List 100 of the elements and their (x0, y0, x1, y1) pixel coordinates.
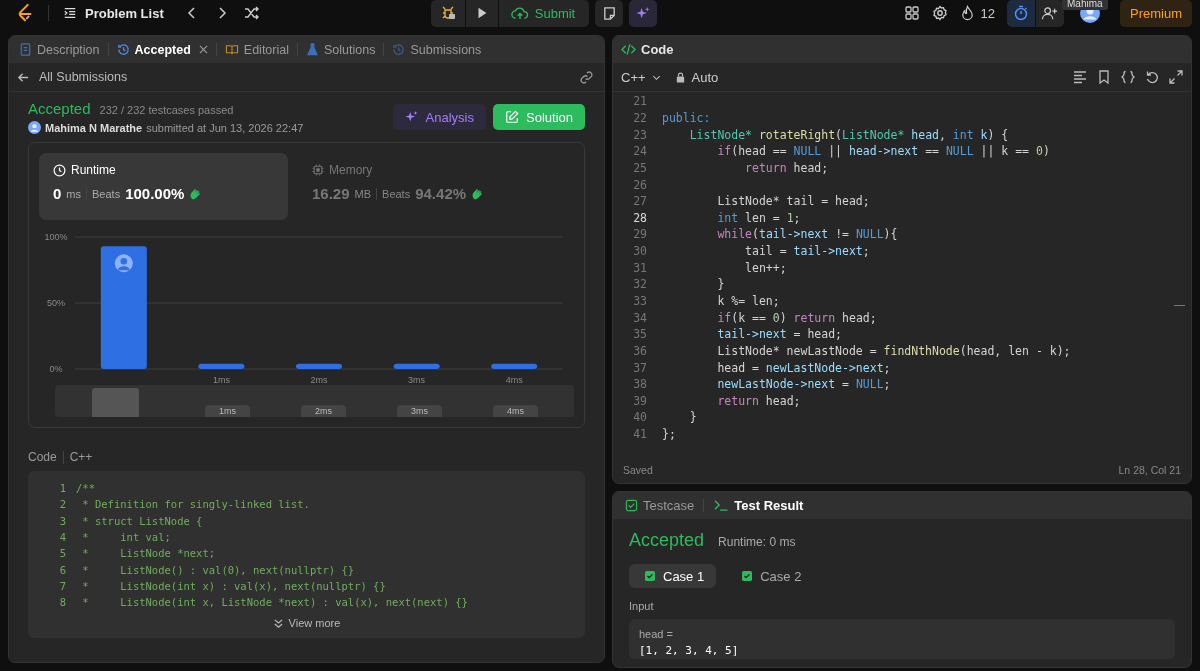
ai-assistant-button[interactable] (629, 0, 658, 27)
lock-icon (674, 71, 686, 83)
result-verdict: Accepted (629, 530, 705, 551)
beats-percent: 94.42% (415, 185, 467, 202)
braces-icon[interactable] (1121, 70, 1135, 84)
code-label: Code (28, 450, 57, 464)
history-icon (116, 43, 130, 56)
code-line: * Definition for singly-linked list. (81, 498, 310, 511)
panel-tab[interactable]: Description (19, 42, 100, 57)
problem-list-button[interactable]: Problem List (63, 5, 164, 21)
stat-card[interactable]: Runtime 0 ms Beats 100.00% (39, 153, 288, 220)
line-number: 26 (632, 177, 648, 192)
code-line: * ListNode(int x, ListNode *next) : val(x), next(next) {} (81, 596, 468, 609)
panel-tab[interactable]: Testcase (621, 498, 699, 513)
checkbox-icon (742, 571, 753, 581)
stat-label: Runtime (71, 163, 116, 177)
line-number: 23 (632, 127, 648, 142)
line-number: 27 (632, 194, 648, 209)
beats-label: Beats (92, 187, 121, 200)
axis-label: 0% (49, 364, 63, 374)
code-line: /** (76, 482, 95, 495)
all-submissions-link[interactable]: All Submissions (17, 70, 128, 84)
autocomplete-mode[interactable]: Auto (691, 69, 719, 85)
code-line: * int val; (81, 531, 171, 544)
line-number: 29 (632, 227, 648, 242)
reset-icon[interactable] (1145, 70, 1159, 84)
navigator-label: 2ms (300, 405, 346, 417)
expand-icon[interactable] (1169, 70, 1183, 84)
line-number: 2 (58, 498, 67, 511)
axis-label: 3ms (408, 375, 426, 385)
case-tab[interactable]: Case 2 (726, 564, 814, 588)
language-label: C++ (69, 450, 93, 464)
view-more-button[interactable]: View more (266, 616, 347, 631)
runtime-text: Runtime: 0 ms (718, 535, 796, 549)
timer-button[interactable] (1007, 0, 1035, 27)
code-line: tail->next = head; (716, 327, 842, 342)
bookmark-icon[interactable] (1097, 70, 1111, 84)
link-icon[interactable] (579, 69, 594, 85)
line-number: 38 (632, 377, 648, 392)
history-icon (392, 43, 406, 56)
line-number: 24 (632, 144, 648, 159)
analysis-button[interactable]: Analysis (392, 104, 486, 130)
line-number: 40 (632, 410, 648, 425)
clock-icon (53, 163, 66, 177)
streak-counter[interactable]: 12 (959, 5, 995, 21)
author-name[interactable]: Mahima N Marathe (45, 121, 143, 134)
shuffle-icon[interactable] (243, 5, 260, 21)
add-friend-button[interactable] (1036, 0, 1064, 27)
run-button[interactable] (465, 0, 498, 27)
close-icon[interactable] (198, 45, 208, 54)
document-icon (19, 43, 32, 56)
code-line: len++; (744, 260, 787, 275)
panel-tab[interactable]: Solutions (306, 42, 376, 57)
code-line: ListNode* rotateRight(ListNode* head, int k) { (688, 127, 1009, 142)
stat-unit: ms (66, 187, 81, 200)
language-dropdown[interactable]: C++ (621, 69, 661, 85)
sparkle-icon (404, 110, 419, 124)
panel-tab[interactable]: Editorial (224, 42, 289, 57)
settings-icon[interactable] (931, 5, 948, 21)
logo-icon[interactable] (16, 3, 34, 23)
code-line: head = newLastNode->next; (716, 360, 891, 375)
code-line: * ListNode(int x) : val(x), next(nullptr) {} (81, 579, 386, 592)
checkbox-icon (625, 499, 638, 512)
premium-button[interactable]: Premium (1120, 0, 1192, 27)
code-line: } (688, 410, 697, 425)
add-user-icon (1041, 5, 1059, 21)
line-number: 30 (632, 244, 648, 259)
format-icon[interactable] (1073, 70, 1087, 84)
chart-bar[interactable] (100, 246, 147, 369)
code-line: ListNode* newLastNode = findNthNode(head, len - k); (716, 343, 1071, 358)
chart-bar[interactable] (393, 363, 440, 369)
line-number: 32 (632, 277, 648, 292)
cloud-upload-icon (510, 5, 529, 21)
layout-grid-icon[interactable] (903, 5, 920, 21)
terminal-icon (713, 499, 730, 512)
submit-button[interactable]: Submit (498, 0, 590, 27)
axis-label: 4ms (505, 375, 523, 385)
code-line: while(tail->next != NULL){ (716, 227, 898, 242)
flame-icon (959, 5, 975, 21)
chart-bar[interactable] (491, 363, 538, 369)
axis-label: 2ms (310, 375, 328, 385)
code-line: public: (662, 110, 711, 125)
list-icon (63, 6, 77, 20)
stat-card[interactable]: Memory 16.29 MB Beats 94.42% (298, 153, 547, 220)
debug-button[interactable] (430, 0, 465, 27)
navigator-label: 3ms (396, 405, 442, 417)
line-number: 7 (58, 579, 67, 592)
navigator-handle[interactable] (92, 388, 139, 417)
beats-percent: 100.00% (125, 185, 185, 202)
notes-button[interactable] (595, 0, 624, 27)
panel-tab[interactable]: Submissions (392, 42, 482, 57)
case-tab[interactable]: Case 1 (629, 564, 717, 588)
stat-value: 0 (53, 185, 62, 202)
chart-navigator[interactable]: 1ms 2ms 3ms 4ms (55, 385, 574, 417)
chart-bar[interactable] (198, 363, 245, 369)
panel-tab[interactable]: Accepted (116, 42, 208, 57)
stat-value: 16.29 (312, 185, 350, 202)
edit-icon (505, 110, 519, 124)
chart-bar[interactable] (296, 363, 342, 369)
panel-tab[interactable]: Test Result (709, 498, 808, 513)
